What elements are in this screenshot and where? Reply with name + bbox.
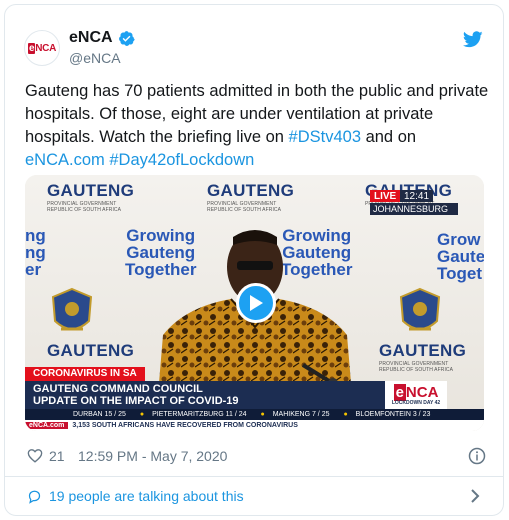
chevron-right-icon[interactable] <box>470 489 480 503</box>
slogan-line: er <box>25 260 42 279</box>
author-name[interactable]: eNCA <box>69 29 113 47</box>
weather-item: BLOEMFONTEIN 3 / 23 <box>355 411 431 418</box>
live-time: 12:41 <box>400 190 434 202</box>
gov-line: REPUBLIC OF SOUTH AFRICA <box>47 207 122 213</box>
news-ticker: eNCA.com 3,153 SOUTH AFRICANS HAVE RECOVE… <box>25 420 484 431</box>
slogan-partial-left: ng ng er <box>25 227 46 278</box>
divider <box>5 476 503 477</box>
tweet-card[interactable]: e NCA eNCA @eNCA Gauteng has 70 patients … <box>4 4 504 516</box>
enca-logo: e NCA <box>27 42 57 54</box>
gauteng-banner-center: GAUTENG PROVINCIAL GOVERNMENT REPUBLIC O… <box>207 181 294 213</box>
live-label: LIVE <box>370 190 401 202</box>
author-handle[interactable]: @eNCA <box>69 50 121 66</box>
play-icon <box>250 295 263 311</box>
tweet-line: eNCA.com #Day42ofLockdown <box>25 149 495 172</box>
gov-line: REPUBLIC OF SOUTH AFRICA <box>379 367 454 373</box>
tweet-line: hospitals. Of those, eight are under ven… <box>25 105 434 123</box>
weather-item: DURBAN 15 / 25 <box>73 411 126 418</box>
info-icon[interactable] <box>468 447 486 465</box>
tweet-line-text: and on <box>361 128 417 146</box>
tweet-line: hospitals. Watch the briefing live on #D… <box>25 126 495 149</box>
enca-brand-e: e <box>393 383 406 401</box>
live-city: JOHANNESBURG <box>370 203 458 215</box>
weather-item: PIETERMARITZBURG 11 / 24 <box>152 411 247 418</box>
link-enca-com[interactable]: eNCA.com <box>25 151 105 169</box>
tweet-text: Gauteng has 70 patients admitted in both… <box>25 80 495 172</box>
slogan-line: Toget <box>437 264 483 283</box>
slogan-line: Grow <box>437 230 481 249</box>
headline-line: UPDATE ON THE IMPACT OF COVID-19 <box>33 395 239 407</box>
gauteng-text: GAUTENG <box>47 181 135 200</box>
weather-ticker: DURBAN 15 / 25 ● PIETERMARITZBURG 11 / 24… <box>25 409 484 420</box>
weather-item: MAHIKENG 7 / 25 <box>272 411 330 418</box>
like-count[interactable]: 21 <box>49 448 65 464</box>
conversation-link[interactable]: 19 people are talking about this <box>49 488 244 504</box>
hashtag-day42[interactable]: #Day42ofLockdown <box>109 151 254 169</box>
gov-line: REPUBLIC OF SOUTH AFRICA <box>207 207 282 213</box>
lockdown-day: LOCKDOWN DAY 42 <box>391 399 441 406</box>
enca-channel-logo: e NCA LOCKDOWN DAY 42 <box>385 381 447 409</box>
news-source: eNCA.com <box>25 422 69 429</box>
gauteng-banner-left: GAUTENG PROVINCIAL GOVERNMENT REPUBLIC O… <box>47 181 134 213</box>
gauteng-text: GAUTENG <box>207 181 295 200</box>
coat-of-arms-icon <box>399 287 441 331</box>
news-headline: GAUTENG COMMAND COUNCIL UPDATE ON THE IM… <box>25 381 385 409</box>
tweet-timestamp[interactable]: 12:59 PM - May 7, 2020 <box>78 448 227 464</box>
ticker-dot: ● <box>139 411 145 418</box>
live-indicator: LIVE 12:41 JOHANNESBURG <box>370 190 458 217</box>
news-text: 3,153 SOUTH AFRICANS HAVE RECOVERED FROM… <box>72 422 298 429</box>
tweet-line-text: hospitals. Watch the briefing live on <box>25 128 289 146</box>
headline-line: GAUTENG COMMAND COUNCIL <box>33 383 203 395</box>
verified-badge-icon <box>119 31 135 46</box>
slogan-line: Gaute <box>437 247 484 266</box>
slogan-line: ng <box>25 243 46 262</box>
gauteng-banner-bottom-right: GAUTENG PROVINCIAL GOVERNMENT REPUBLIC O… <box>379 341 466 373</box>
coat-of-arms-icon <box>51 287 93 331</box>
play-button[interactable] <box>236 283 276 323</box>
hashtag-dstv403[interactable]: #DStv403 <box>289 128 361 146</box>
slogan-line: ng <box>25 226 46 245</box>
avatar[interactable]: e NCA <box>24 30 60 66</box>
slogan-partial-right: Grow Gaute Toget <box>437 231 484 282</box>
ticker-dot: ● <box>260 411 265 418</box>
enca-brand: e NCA <box>393 383 439 401</box>
ticker-dot: ● <box>343 411 348 418</box>
gauteng-text: GAUTENG <box>47 341 135 360</box>
heart-icon[interactable] <box>27 448 43 463</box>
twitter-bird-icon[interactable] <box>463 31 483 48</box>
reply-bubble-icon <box>28 490 41 504</box>
video-player[interactable]: GAUTENG PROVINCIAL GOVERNMENT REPUBLIC O… <box>25 175 484 431</box>
gauteng-banner-bottom-left: GAUTENG <box>47 341 134 361</box>
gauteng-text: GAUTENG <box>379 341 467 360</box>
tweet-line: Gauteng has 70 patients admitted in both… <box>25 82 489 100</box>
enca-brand-text: NCA <box>405 383 439 401</box>
ticker-label: CORONAVIRUS IN SA <box>25 367 145 381</box>
